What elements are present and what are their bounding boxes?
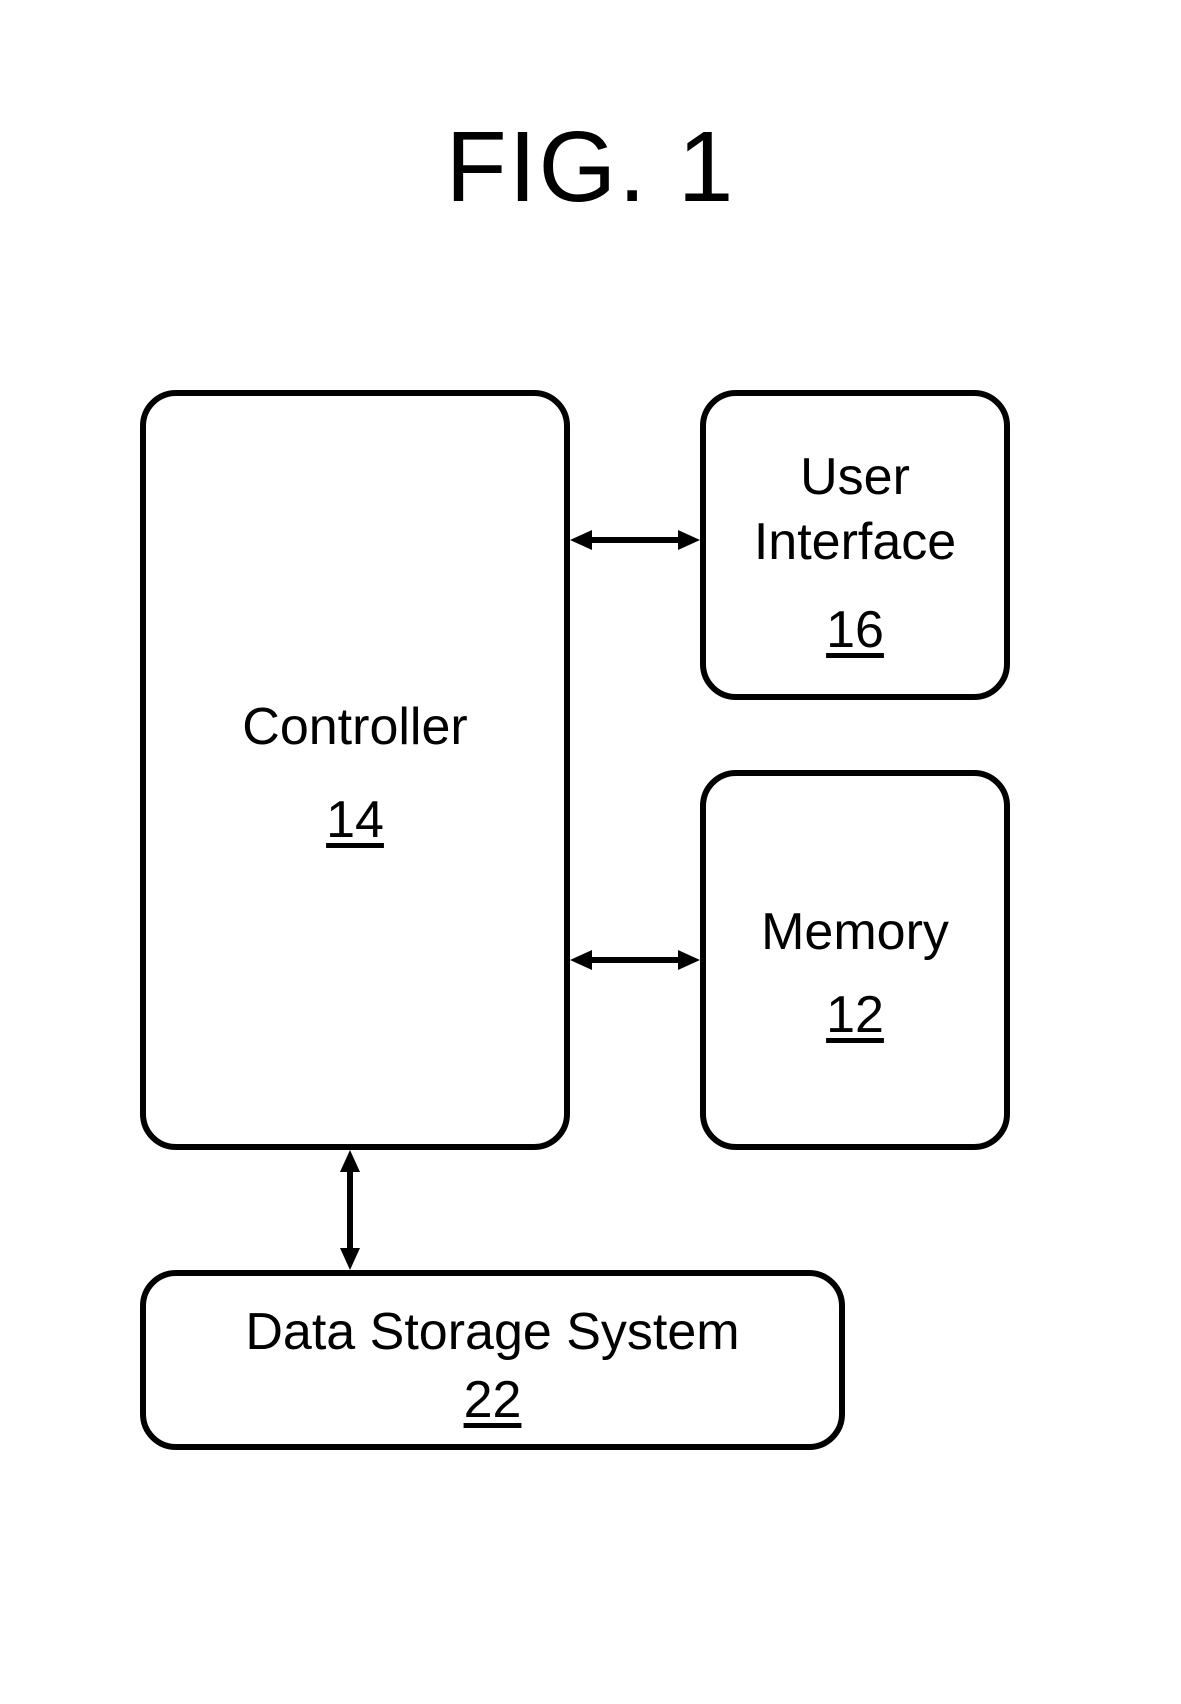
data-storage-ref: 22 bbox=[140, 1370, 845, 1430]
controller-ref: 14 bbox=[140, 790, 570, 850]
user-interface-ref: 16 bbox=[700, 600, 1010, 660]
figure-title: FIG. 1 bbox=[0, 110, 1181, 225]
memory-ref: 12 bbox=[700, 985, 1010, 1045]
data-storage-label: Data Storage System bbox=[140, 1300, 845, 1365]
user-interface-label-line2: Interface bbox=[700, 510, 1010, 575]
connector-controller-memory bbox=[570, 940, 700, 980]
user-interface-label-line1: User bbox=[700, 445, 1010, 510]
memory-label: Memory bbox=[700, 900, 1010, 965]
controller-block bbox=[140, 390, 570, 1150]
connector-controller-storage bbox=[330, 1150, 370, 1270]
controller-label: Controller bbox=[140, 695, 570, 760]
diagram-stage: FIG. 1 Controller 14 User Interface 16 M… bbox=[0, 0, 1181, 1704]
connector-controller-ui bbox=[570, 520, 700, 560]
